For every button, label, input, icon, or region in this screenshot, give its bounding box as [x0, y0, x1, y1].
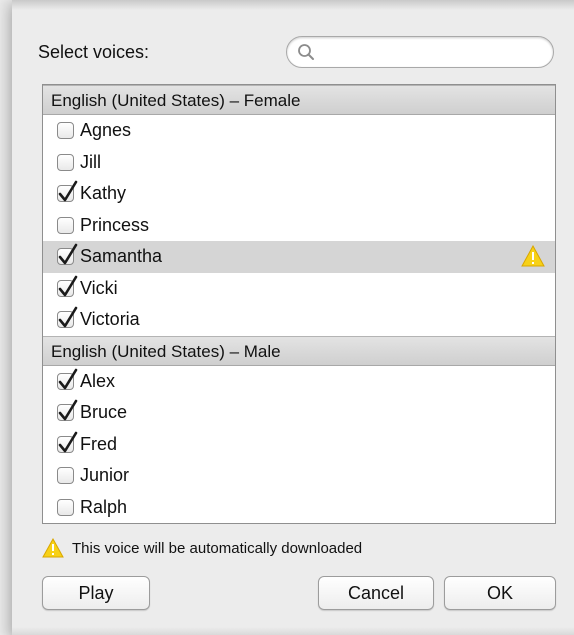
sheet-bottom-shade — [12, 627, 574, 635]
play-button[interactable]: Play — [42, 576, 150, 610]
sheet-top-shadow — [12, 0, 574, 10]
voice-checkbox[interactable] — [57, 467, 74, 485]
voice-row-alex[interactable]: Alex — [43, 366, 555, 398]
voice-row-ralph[interactable]: Ralph — [43, 492, 555, 524]
voice-name: Jill — [80, 151, 101, 172]
group-header: English (United States) – Male — [43, 335, 555, 366]
voice-name: Alex — [80, 370, 116, 391]
group-header: English (United States) – Female — [43, 85, 555, 115]
voice-list[interactable]: English (United States) – Female Agnes Jil… — [42, 84, 556, 524]
voice-row-princess[interactable]: Princess — [43, 210, 555, 242]
voice-name: Junior — [80, 465, 130, 485]
checkmark-icon — [58, 306, 78, 328]
voice-checkbox[interactable] — [57, 306, 78, 329]
voice-row-samantha[interactable]: Samantha — [43, 241, 555, 273]
voice-checkbox[interactable] — [57, 153, 74, 171]
download-note-text: This voice will be automatically downloa… — [72, 539, 363, 557]
voice-name: Princess — [80, 214, 150, 235]
voice-row-victoria[interactable]: Victoria — [43, 304, 555, 336]
voice-row-fred[interactable]: Fred — [43, 429, 555, 461]
search-icon — [298, 44, 314, 60]
voice-row-jill[interactable]: Jill — [43, 147, 555, 179]
voice-name: Fred — [80, 433, 118, 454]
voice-name: Agnes — [80, 120, 132, 140]
ok-button[interactable]: OK — [444, 576, 556, 610]
voice-checkbox[interactable] — [57, 399, 78, 422]
voice-name: Ralph — [80, 496, 128, 517]
voice-checkbox[interactable] — [57, 275, 78, 297]
voice-checkbox[interactable] — [57, 368, 78, 390]
voice-name: Vicki — [80, 277, 118, 298]
voice-row-kathy[interactable]: Kathy — [43, 178, 555, 210]
voice-checkbox[interactable] — [57, 216, 74, 234]
voice-name: Kathy — [80, 183, 127, 203]
checkmark-icon — [58, 180, 78, 202]
voice-checkbox[interactable] — [57, 243, 78, 266]
checkmark-icon — [58, 368, 78, 390]
voice-name: Victoria — [80, 309, 140, 329]
warning-icon — [42, 538, 64, 558]
cancel-button[interactable]: Cancel — [318, 576, 434, 610]
select-voices-sheet: Select voices: English (United States) –… — [12, 0, 574, 635]
checkmark-icon — [58, 399, 78, 421]
select-voices-label: Select voices: — [38, 42, 150, 62]
voice-checkbox[interactable] — [57, 180, 78, 203]
search-field[interactable] — [286, 36, 554, 68]
checkmark-icon — [58, 431, 78, 453]
voice-row-agnes[interactable]: Agnes — [43, 115, 555, 147]
download-note: This voice will be automatically downloa… — [42, 538, 362, 558]
checkmark-icon — [58, 243, 78, 265]
checkmark-icon — [58, 275, 78, 297]
voice-name: Samantha — [80, 246, 163, 266]
voice-checkbox[interactable] — [57, 498, 74, 516]
voice-row-junior[interactable]: Junior — [43, 460, 555, 492]
search-input[interactable] — [319, 41, 545, 65]
voice-row-vicki[interactable]: Vicki — [43, 273, 555, 305]
voice-checkbox[interactable] — [57, 122, 74, 140]
voice-row-bruce[interactable]: Bruce — [43, 397, 555, 429]
voice-checkbox[interactable] — [57, 431, 78, 453]
voice-name: Bruce — [80, 402, 128, 422]
